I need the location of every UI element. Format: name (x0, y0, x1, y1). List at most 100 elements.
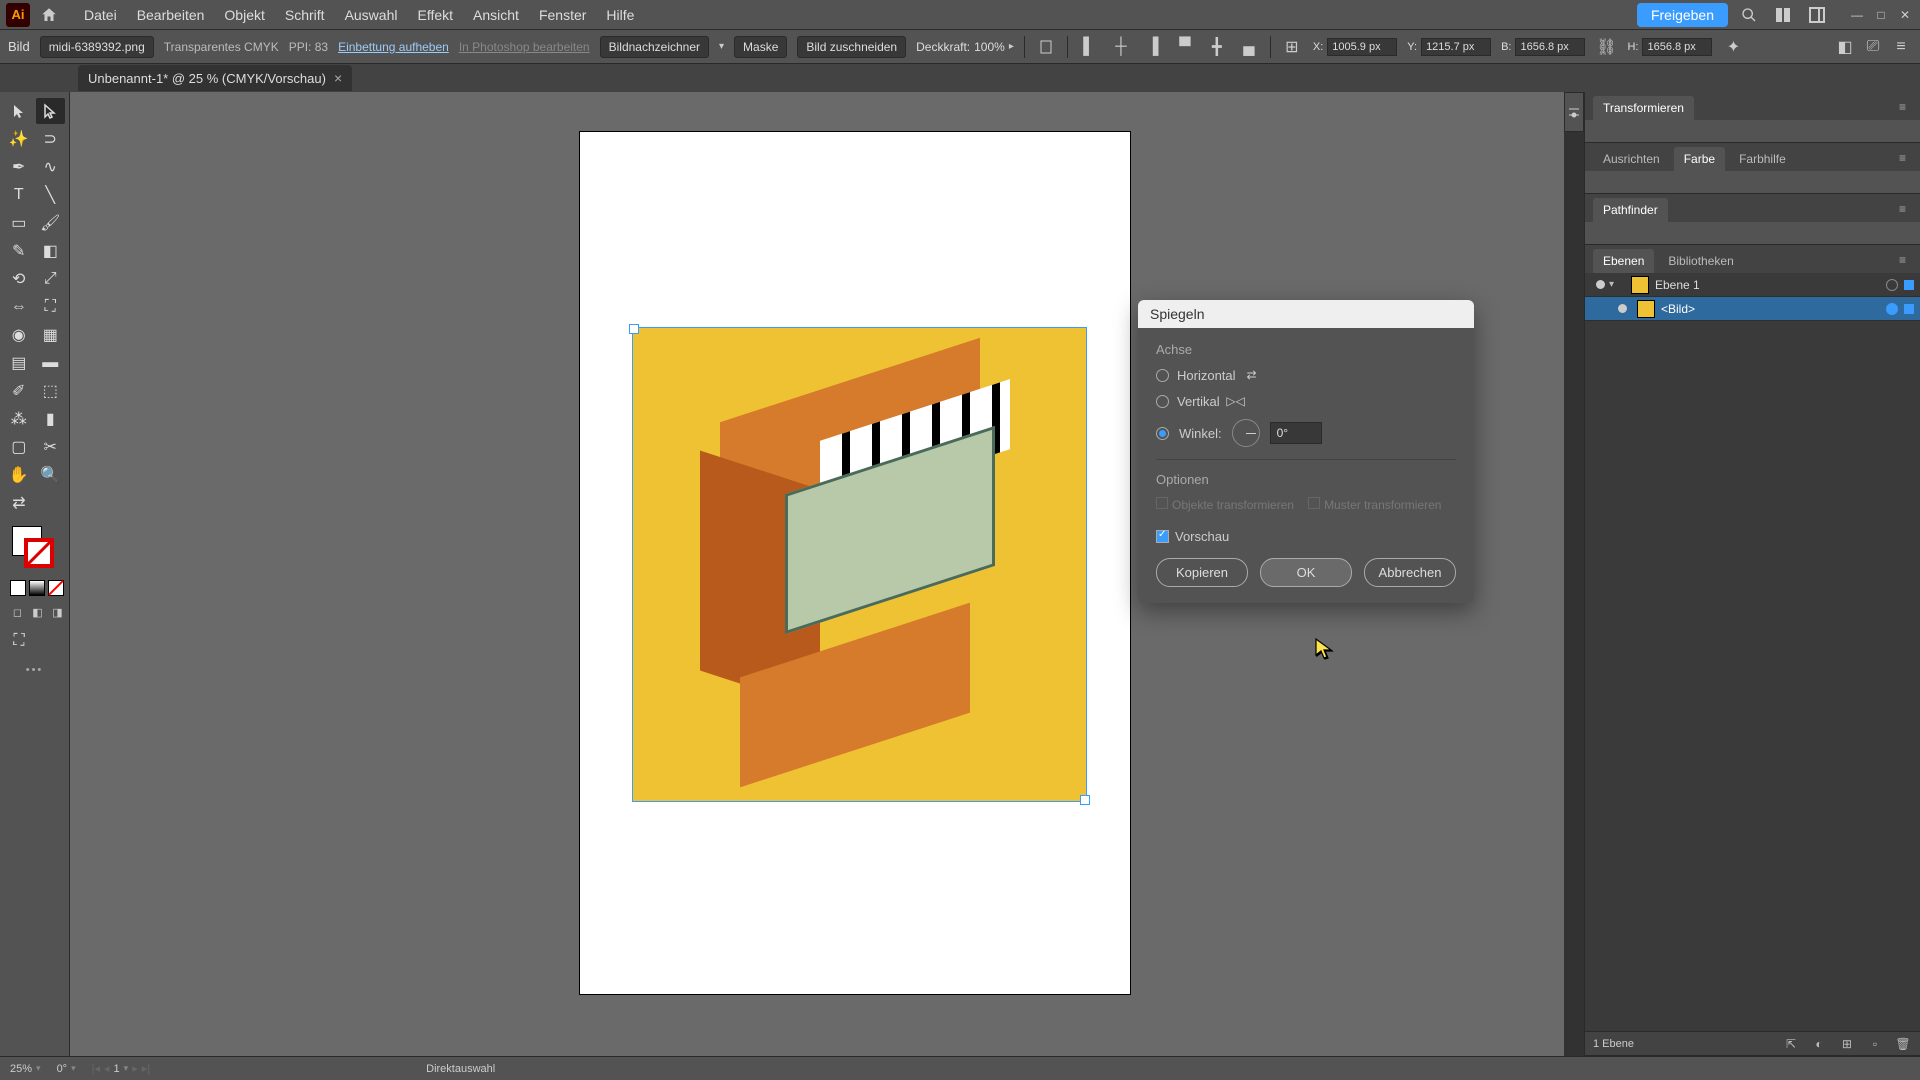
visibility-toggle[interactable] (1591, 280, 1609, 289)
menu-file[interactable]: Datei (74, 7, 127, 23)
menu-type[interactable]: Schrift (275, 7, 335, 23)
linked-filename[interactable]: midi-6389392.png (40, 36, 154, 58)
x-input[interactable] (1327, 38, 1397, 56)
color-mode-gradient[interactable] (29, 580, 45, 596)
artboard-tool[interactable]: ▢ (4, 434, 34, 460)
line-segment-tool[interactable]: ╲ (36, 182, 66, 208)
radio-icon[interactable] (1156, 427, 1169, 440)
width-tool[interactable]: ⇔ (4, 294, 34, 320)
expand-layer-icon[interactable]: ▾ (1609, 279, 1625, 290)
draw-behind-icon[interactable]: ◧ (30, 604, 45, 620)
target-icon[interactable] (1886, 279, 1898, 291)
hand-tool[interactable]: ✋ (4, 462, 34, 488)
magic-wand-tool[interactable]: ✨ (4, 126, 34, 152)
rotate-tool[interactable]: ⟲ (4, 266, 34, 292)
maximize-icon[interactable]: □ (1872, 6, 1890, 24)
opacity-value[interactable]: 100% (974, 40, 1005, 54)
toggle-fill-stroke[interactable]: ⇄ (4, 490, 34, 516)
draw-normal-icon[interactable]: ◻ (10, 604, 25, 620)
menu-help[interactable]: Hilfe (596, 7, 644, 23)
curvature-tool[interactable]: ∿ (36, 154, 66, 180)
document-setup-icon[interactable] (1035, 36, 1057, 58)
mask-button[interactable]: Maske (734, 36, 787, 58)
tab-transform[interactable]: Transformieren (1593, 96, 1694, 120)
placed-image[interactable] (632, 327, 1087, 802)
tab-layers[interactable]: Ebenen (1593, 249, 1654, 273)
angle-input[interactable] (1270, 422, 1322, 444)
link-wh-icon[interactable]: ⛓ (1595, 36, 1617, 58)
search-icon[interactable] (1736, 2, 1762, 28)
tab-align[interactable]: Ausrichten (1593, 147, 1670, 171)
checkbox-icon[interactable] (1156, 530, 1169, 543)
layer-item-name[interactable]: <Bild> (1661, 302, 1886, 316)
color-mode-none[interactable] (48, 580, 64, 596)
layer-name[interactable]: Ebene 1 (1655, 278, 1886, 292)
share-button[interactable]: Freigeben (1637, 3, 1728, 27)
zoom-tool[interactable]: 🔍 (36, 462, 66, 488)
copy-button[interactable]: Kopieren (1156, 558, 1248, 587)
eraser-tool[interactable]: ◧ (36, 238, 66, 264)
fill-stroke-swatch[interactable] (12, 526, 58, 572)
panel-flyout-icon[interactable]: ≡ (1893, 249, 1912, 273)
workspace-switcher-icon[interactable] (1804, 2, 1830, 28)
crop-image-button[interactable]: Bild zuschneiden (797, 36, 906, 58)
arrange-documents-icon[interactable] (1770, 2, 1796, 28)
unembed-link[interactable]: Einbettung aufheben (338, 40, 449, 54)
menu-effect[interactable]: Effekt (407, 7, 463, 23)
axis-horizontal-option[interactable]: Horizontal ⇄ (1156, 367, 1456, 383)
document-tab[interactable]: Unbenannt-1* @ 25 % (CMYK/Vorschau) × (78, 65, 352, 91)
menu-window[interactable]: Fenster (529, 7, 596, 23)
eyedropper-tool[interactable]: ✐ (4, 378, 34, 404)
lasso-tool[interactable]: ⊃ (36, 126, 66, 152)
constrain-icon[interactable]: ✦ (1722, 36, 1744, 58)
align-right-icon[interactable]: ▐ (1142, 36, 1164, 58)
home-icon[interactable] (38, 4, 60, 26)
locate-object-icon[interactable]: ⇱ (1782, 1035, 1800, 1053)
visibility-toggle[interactable] (1613, 304, 1631, 313)
transform-reference-icon[interactable]: ⊞ (1281, 36, 1303, 58)
w-input[interactable] (1515, 38, 1585, 56)
symbol-sprayer-tool[interactable]: ⁂ (4, 406, 34, 432)
menu-select[interactable]: Auswahl (335, 7, 408, 23)
align-left-icon[interactable]: ▌ (1078, 36, 1100, 58)
gradient-tool[interactable]: ▬ (36, 350, 66, 376)
type-tool[interactable]: T (4, 182, 34, 208)
angle-dial[interactable] (1232, 419, 1260, 447)
panel-flyout-icon[interactable]: ≡ (1893, 96, 1912, 120)
draw-inside-icon[interactable]: ◨ (50, 604, 65, 620)
h-input[interactable] (1642, 38, 1712, 56)
align-hcenter-icon[interactable]: ┼ (1110, 36, 1132, 58)
zoom-level[interactable]: 25%▾ (10, 1063, 41, 1075)
paintbrush-tool[interactable]: 🖌 (36, 210, 66, 236)
pen-tool[interactable]: ✒ (4, 154, 34, 180)
isolate-icon[interactable]: ◧ (1834, 36, 1856, 58)
tab-colorguide[interactable]: Farbhilfe (1729, 147, 1796, 171)
tab-pathfinder[interactable]: Pathfinder (1593, 198, 1668, 222)
align-bottom-icon[interactable]: ▄ (1238, 36, 1260, 58)
screen-mode-icon[interactable]: ⛶ (4, 628, 34, 654)
close-window-icon[interactable]: ✕ (1896, 6, 1914, 24)
column-graph-tool[interactable]: ▮ (36, 406, 66, 432)
artboard-nav[interactable]: |◂◂ 1 ▾ ▸▸| (92, 1062, 151, 1075)
mesh-tool[interactable]: ▤ (4, 350, 34, 376)
rotation-value[interactable]: 0°▾ (57, 1063, 76, 1075)
delete-layer-icon[interactable]: 🗑 (1894, 1035, 1912, 1053)
selection-tool[interactable] (4, 98, 34, 124)
panel-flyout-icon[interactable]: ≡ (1893, 198, 1912, 222)
collapsed-panel-dock[interactable] (1564, 92, 1584, 132)
direct-selection-tool[interactable] (36, 98, 66, 124)
scale-tool[interactable]: ⤢ (36, 266, 66, 292)
properties-panel-icon[interactable]: ⎚ (1862, 36, 1884, 58)
layer-item-row[interactable]: <Bild> (1585, 297, 1920, 321)
new-layer-icon[interactable]: ▫ (1866, 1035, 1884, 1053)
create-sublayer-icon[interactable]: ⊞ (1838, 1035, 1856, 1053)
slice-tool[interactable]: ✂ (36, 434, 66, 460)
free-transform-tool[interactable]: ⛶ (36, 294, 66, 320)
menu-edit[interactable]: Bearbeiten (127, 7, 215, 23)
cancel-button[interactable]: Abbrechen (1364, 558, 1456, 587)
axis-angle-option[interactable]: Winkel: (1156, 419, 1456, 447)
tab-libraries[interactable]: Bibliotheken (1658, 249, 1743, 273)
ok-button[interactable]: OK (1260, 558, 1352, 587)
panel-flyout-icon[interactable]: ≡ (1893, 147, 1912, 171)
shape-builder-tool[interactable]: ◉ (4, 322, 34, 348)
